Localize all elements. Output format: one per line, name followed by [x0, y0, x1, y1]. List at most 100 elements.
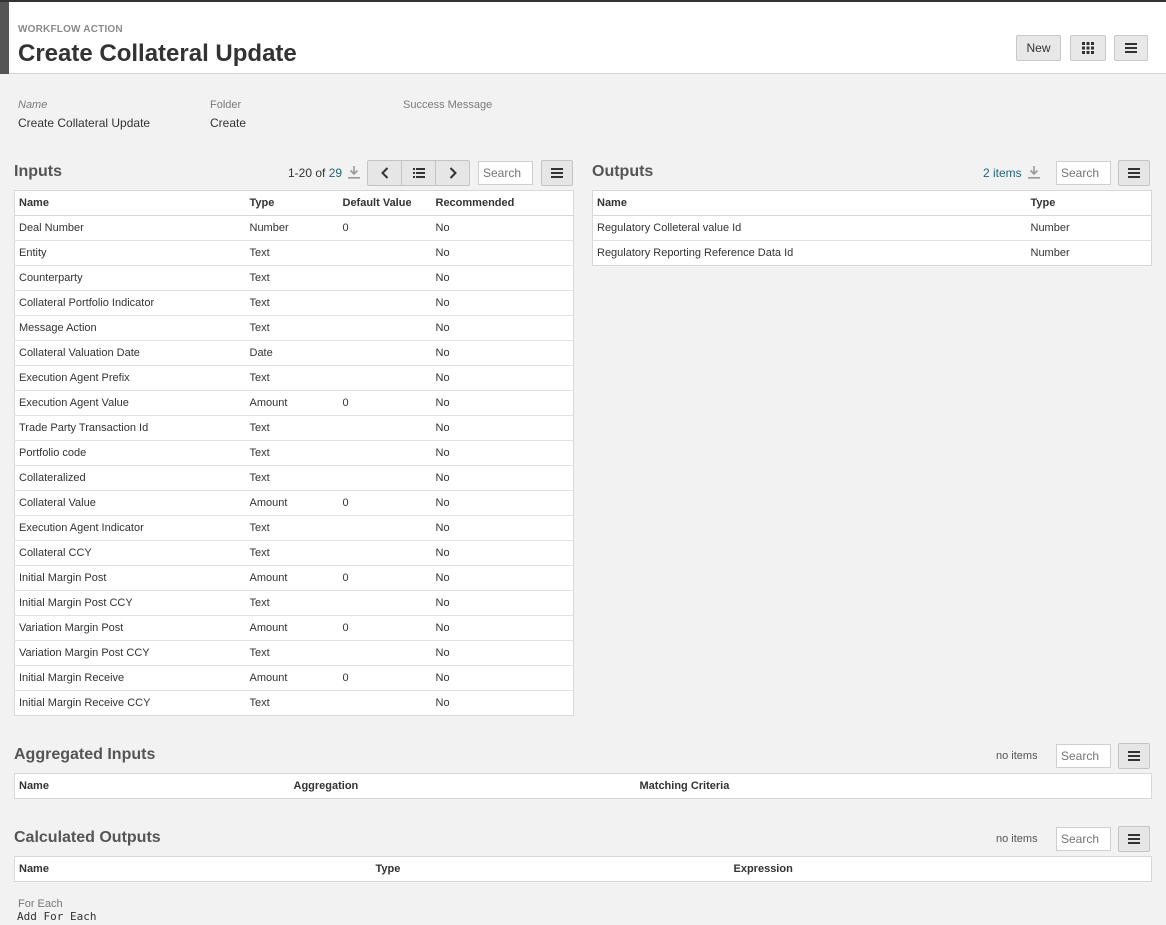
cell-name: Initial Margin Receive CCY	[19, 697, 151, 709]
cell-type: Text	[245, 315, 339, 341]
inputs-search-input[interactable]	[478, 161, 533, 185]
table-row[interactable]: Initial Margin Post CCY Text No	[14, 590, 574, 616]
cell-default-value: 0	[338, 215, 432, 241]
table-row[interactable]: Collateral CCY Text No	[14, 540, 574, 566]
download-icon[interactable]	[348, 165, 360, 179]
table-row[interactable]: Trade Party Transaction Id Text No	[14, 415, 574, 441]
cell-default-value	[338, 640, 432, 666]
table-row[interactable]: Portfolio code Text No	[14, 440, 574, 466]
cell-type: Text	[245, 415, 339, 441]
outputs-count[interactable]: 2 items	[983, 166, 1022, 180]
list-view-button[interactable]	[402, 161, 436, 185]
table-row[interactable]: Execution Agent Value Amount 0 No	[14, 390, 574, 416]
column-header-recommended[interactable]: Recommended	[431, 190, 574, 216]
cell-default-value: 0	[338, 615, 432, 641]
aggregated-inputs-search-input[interactable]	[1056, 744, 1111, 768]
cell-name: Execution Agent Prefix	[14, 365, 246, 391]
table-row[interactable]: Entity Text No	[14, 240, 574, 266]
grid-icon	[1082, 42, 1094, 54]
inputs-total-link[interactable]: 29	[329, 166, 342, 180]
cell-name: Regulatory Reporting Reference Data Id	[597, 247, 794, 259]
new-button[interactable]: New	[1016, 35, 1061, 61]
outputs-menu-button[interactable]	[1118, 160, 1150, 186]
cell-default-value	[338, 315, 432, 341]
download-icon[interactable]	[1028, 165, 1040, 179]
prev-page-button[interactable]	[368, 161, 402, 185]
aggregated-inputs-menu-button[interactable]	[1118, 743, 1150, 769]
column-header-matching-criteria[interactable]: Matching Criteria	[635, 773, 1152, 799]
column-header-name[interactable]: Name	[592, 190, 1027, 216]
column-header-type[interactable]: Type	[245, 190, 339, 216]
table-row[interactable]: Deal Number Number 0 No	[14, 215, 574, 241]
table-row[interactable]: Regulatory Colleteral value Id Number	[592, 215, 1152, 241]
cell-recommended: No	[431, 390, 574, 416]
cell-name: Regulatory Colleteral value Id	[592, 215, 1027, 241]
cell-name: Initial Margin Post CCY	[14, 590, 246, 616]
column-header-type[interactable]: Type	[1026, 190, 1152, 216]
table-row[interactable]: Initial Margin Receive Amount 0 No	[14, 665, 574, 691]
table-row[interactable]: Message Action Text No	[14, 315, 574, 341]
outputs-header-row: Name Type	[592, 190, 1152, 216]
next-page-button[interactable]	[436, 161, 469, 185]
cell-recommended: No	[431, 290, 574, 316]
folder-value: Create	[210, 116, 247, 130]
cell-type: Amount	[245, 615, 339, 641]
table-row[interactable]: Regulatory Reporting Reference Data Id Nu…	[593, 241, 1152, 266]
name-value: Create Collateral Update	[18, 116, 151, 130]
cell-default-value	[338, 240, 432, 266]
table-row[interactable]: Variation Margin Post CCY Text No	[14, 640, 574, 666]
table-row[interactable]: Collateral Portfolio Indicator Text No	[14, 290, 574, 316]
header-menu-button[interactable]	[1114, 35, 1148, 61]
cell-type: Text	[245, 365, 339, 391]
cell-type: Amount	[245, 490, 339, 516]
table-row[interactable]: Collateralized Text No	[14, 465, 574, 491]
column-header-name[interactable]: Name	[14, 190, 246, 216]
cell-type: Text	[245, 465, 339, 491]
chevron-left-icon	[380, 167, 388, 179]
page-eyebrow: WORKFLOW ACTION	[18, 24, 123, 35]
grid-view-button[interactable]	[1070, 35, 1106, 61]
cell-type: Amount	[245, 565, 339, 591]
cell-default-value	[338, 590, 432, 616]
cell-recommended: No	[431, 465, 574, 491]
cell-name: Variation Margin Post	[14, 615, 246, 641]
calculated-outputs-search-input[interactable]	[1056, 827, 1111, 851]
cell-name: Collateral Value	[14, 490, 246, 516]
inputs-menu-button[interactable]	[541, 160, 573, 186]
cell-name: Initial Margin Post	[14, 565, 246, 591]
column-header-expression[interactable]: Expression	[729, 856, 1152, 882]
table-row[interactable]: Initial Margin Post Amount 0 No	[14, 565, 574, 591]
outputs-search-input[interactable]	[1056, 161, 1111, 185]
aggregated-inputs-header-row: Name Aggregation Matching Criteria	[14, 773, 1152, 799]
column-header-name[interactable]: Name	[14, 773, 290, 799]
calculated-outputs-menu-button[interactable]	[1118, 826, 1150, 852]
table-row[interactable]: Execution Agent Prefix Text No	[14, 365, 574, 391]
cell-recommended: No	[431, 315, 574, 341]
cell-default-value	[338, 415, 432, 441]
column-header-aggregation[interactable]: Aggregation	[289, 773, 636, 799]
column-header-default-value[interactable]: Default Value	[338, 190, 432, 216]
menu-icon	[1128, 751, 1140, 761]
cell-name: Collateral CCY	[14, 540, 246, 566]
cell-type: Date	[245, 340, 339, 366]
add-for-each-link[interactable]: Add For Each	[17, 910, 96, 923]
column-header-name[interactable]: Name	[14, 856, 372, 882]
cell-type: Text	[245, 590, 339, 616]
table-row[interactable]: Counterparty Text No	[14, 265, 574, 291]
cell-recommended: No	[431, 340, 574, 366]
cell-name: Variation Margin Post CCY	[14, 640, 246, 666]
table-row[interactable]: Collateral Valuation Date Date No	[14, 340, 574, 366]
column-header-type[interactable]: Type	[371, 856, 730, 882]
cell-recommended: No	[431, 640, 574, 666]
inputs-range: 1-20 of	[288, 166, 329, 180]
table-row[interactable]: Execution Agent Indicator Text No	[14, 515, 574, 541]
table-row[interactable]: Collateral Value Amount 0 No	[14, 490, 574, 516]
chevron-right-icon	[449, 167, 457, 179]
cell-name: Execution Agent Indicator	[14, 515, 246, 541]
inputs-header-row: Name Type Default Value Recommended	[14, 190, 574, 216]
table-row[interactable]: Variation Margin Post Amount 0 No	[14, 615, 574, 641]
table-row[interactable]: Initial Margin Receive CCY Text No	[15, 691, 574, 716]
cell-default-value	[338, 290, 432, 316]
calculated-outputs-count: no items	[996, 833, 1038, 845]
cell-default-value: 0	[338, 390, 432, 416]
